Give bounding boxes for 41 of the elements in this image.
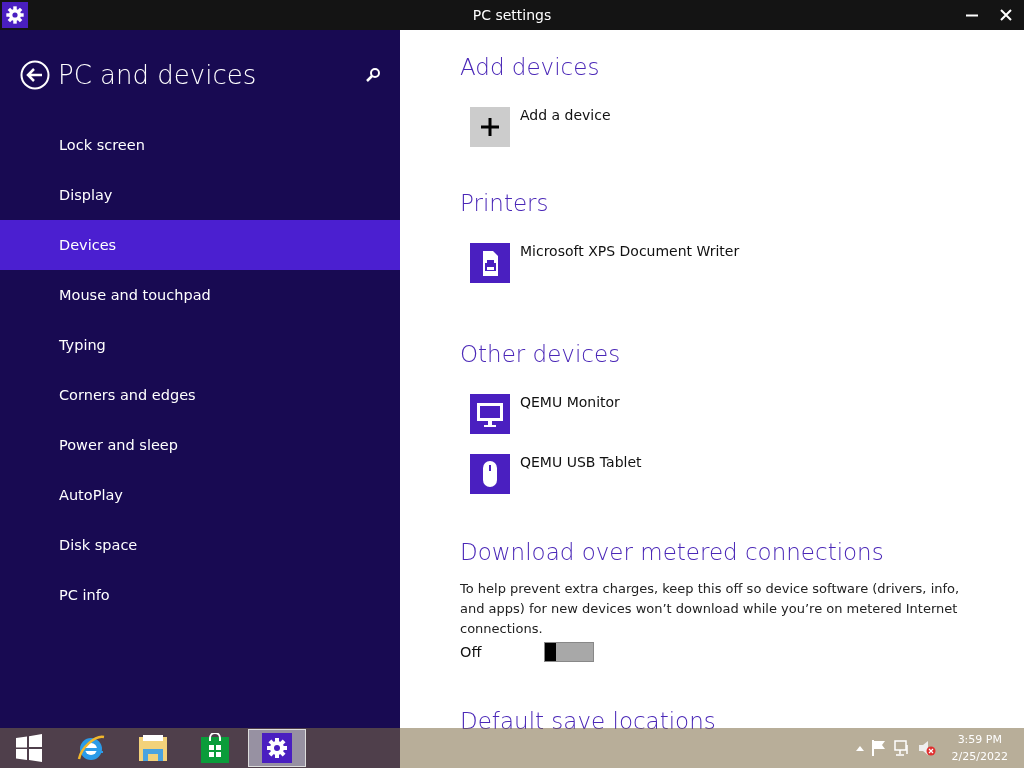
- sidebar-item[interactable]: Devices: [0, 220, 400, 270]
- clock-time: 3:59 PM: [957, 732, 1002, 748]
- plus-icon[interactable]: [470, 107, 510, 147]
- section-heading: Add devices: [460, 54, 600, 80]
- sidebar-item[interactable]: PC info: [0, 570, 400, 620]
- sidebar-item[interactable]: Lock screen: [0, 120, 400, 170]
- speaker-muted-icon[interactable]: [917, 740, 936, 756]
- device-name: QEMU USB Tablet: [520, 454, 642, 470]
- section-heading: Other devices: [460, 341, 621, 367]
- taskbar-app[interactable]: [248, 729, 306, 767]
- window-title: PC settings: [472, 7, 552, 23]
- minimize-icon[interactable]: [966, 13, 978, 17]
- sidebar-item[interactable]: Display: [0, 170, 400, 220]
- section-heading: Default save locations: [460, 708, 716, 734]
- section-heading: Printers: [460, 190, 549, 216]
- folder-icon: [137, 733, 169, 763]
- settings-icon: [262, 733, 292, 763]
- sidebar-item[interactable]: Power and sleep: [0, 420, 400, 470]
- sidebar-item[interactable]: Typing: [0, 320, 400, 370]
- sidebar-item[interactable]: Mouse and touchpad: [0, 270, 400, 320]
- windows-logo-icon[interactable]: [15, 734, 43, 762]
- search-icon[interactable]: [366, 68, 380, 82]
- device-name: QEMU Monitor: [520, 394, 620, 410]
- store-icon: [201, 733, 229, 763]
- description-text: To help prevent extra charges, keep this off so device software (drivers, info, and apps) for new devices won’t download while you’re on metered Internet connections.: [460, 580, 960, 638]
- toggle-label: Off: [460, 644, 482, 660]
- toggle-switch[interactable]: [544, 642, 594, 662]
- sidebar-item[interactable]: AutoPlay: [0, 470, 400, 520]
- section-heading: Download over metered connections: [460, 539, 884, 565]
- sidebar-item[interactable]: Disk space: [0, 520, 400, 570]
- mouse-icon: [470, 454, 510, 494]
- settings-icon: [2, 2, 28, 28]
- close-icon[interactable]: [1000, 9, 1012, 21]
- back-icon[interactable]: [20, 60, 50, 90]
- sidebar-item[interactable]: Corners and edges: [0, 370, 400, 420]
- device-name: Microsoft XPS Document Writer: [520, 243, 740, 259]
- add-device-link[interactable]: Add a device: [520, 107, 611, 123]
- monitor-icon: [470, 394, 510, 434]
- clock-date: 2/25/2022: [951, 749, 1008, 765]
- page-title: PC and devices: [58, 60, 258, 90]
- printer-icon: [470, 243, 510, 283]
